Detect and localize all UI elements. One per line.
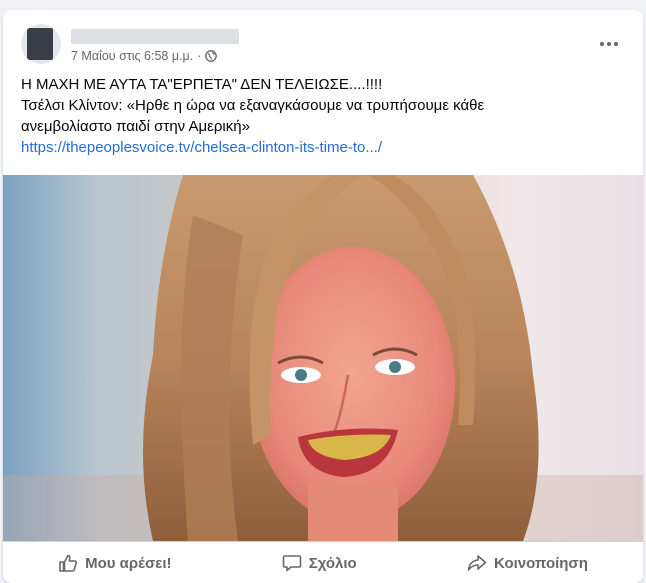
post-photo[interactable] [3,175,643,541]
meta-separator: · [197,49,202,63]
portrait-illustration [3,175,643,541]
post-actions-bar: Μου αρέσει! Σχόλιο Κοινοποίηση [3,541,643,583]
more-dot-icon [600,42,604,46]
post-text-line: Η ΜΑΧΗ ΜΕ ΑΥΤΑ ΤΑ"ΕΡΠΕΤΑ" ΔΕΝ ΤΕΛΕΙΩΣΕ..… [21,76,383,93]
post-text-line: ανεμβολίαστο παιδί στην Αμερική» [21,118,250,135]
more-dot-icon [607,42,611,46]
post-text: Η ΜΑΧΗ ΜΕ ΑΥΤΑ ΤΑ"ΕΡΠΕΤΑ" ΔΕΝ ΤΕΛΕΙΩΣΕ..… [21,74,627,158]
post-meta: 7 Μαΐου στις 6:58 μ.μ. · [71,49,218,63]
share-label: Κοινοποίηση [493,554,588,572]
post-header: 7 Μαΐου στις 6:58 μ.μ. · [21,22,629,66]
thumbs-up-icon [59,554,78,572]
comment-label: Σχόλιο [308,554,357,572]
post-card: 7 Μαΐου στις 6:58 μ.μ. · Η ΜΑΧΗ ΜΕ ΑΥΤΑ … [3,10,643,583]
more-dot-icon [614,42,618,46]
post-timestamp[interactable]: 7 Μαΐου στις 6:58 μ.μ. [71,49,193,63]
post-link[interactable]: https://thepeoplesvoice.tv/chelsea-clint… [21,139,382,156]
share-arrow-icon [467,555,487,571]
comment-bubble-icon [282,555,302,572]
globe-icon[interactable] [205,50,218,62]
more-options-button[interactable] [595,34,623,54]
avatar-image [27,28,53,60]
post-text-line: Τσέλσι Κλίντον: «Ηρθε η ώρα να εξαναγκάσ… [21,97,485,114]
like-label: Μου αρέσει! [85,554,172,572]
share-button[interactable]: Κοινοποίηση [457,547,598,579]
avatar[interactable] [21,24,61,64]
author-name-redacted[interactable] [71,29,239,44]
like-button[interactable]: Μου αρέσει! [48,547,181,579]
comment-button[interactable]: Σχόλιο [272,547,367,579]
